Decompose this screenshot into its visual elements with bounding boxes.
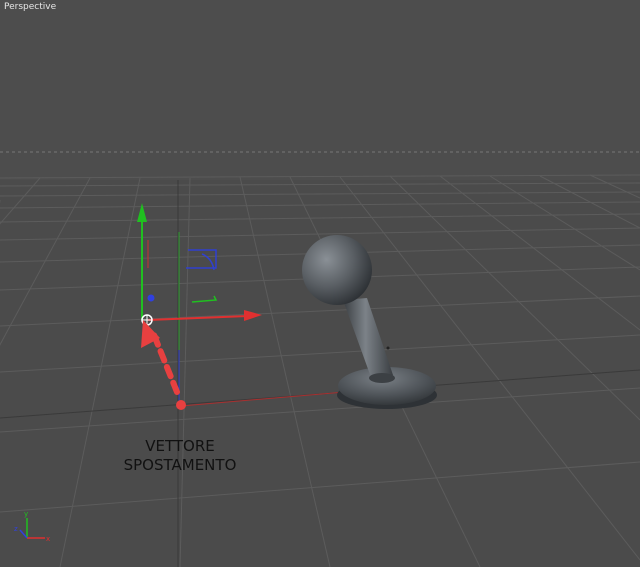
gizmo-y-arrow-icon[interactable] — [137, 203, 147, 222]
viewport-scene[interactable]: y x z — [0, 0, 640, 567]
joystick-knob[interactable] — [302, 235, 372, 305]
joystick-object[interactable] — [302, 235, 437, 409]
orientation-gizmo: y x z — [14, 510, 50, 543]
floor-grid — [0, 174, 640, 567]
object-axis-dot — [386, 346, 390, 350]
annotation-line-1: VETTORE — [145, 437, 215, 455]
origin-point — [176, 400, 186, 410]
gizmo-x-arrow-icon[interactable] — [244, 310, 262, 321]
sky-region — [0, 0, 640, 180]
gizmo-z-handle[interactable] — [147, 294, 155, 302]
orientation-z-label: z — [14, 525, 18, 533]
3d-viewport[interactable]: y x z Perspective VETTORE SPOSTAMENTO — [0, 0, 640, 567]
orientation-z-axis — [19, 529, 28, 539]
annotation-line-2: SPOSTAMENTO — [123, 456, 237, 474]
viewport-title[interactable]: Perspective — [4, 2, 56, 12]
world-x-axis-red — [180, 391, 346, 407]
orientation-y-label: y — [24, 510, 28, 518]
move-gizmo[interactable] — [137, 203, 262, 326]
gizmo-plane-handle-yz[interactable] — [191, 295, 218, 303]
gizmo-plane-handle-xz[interactable] — [186, 249, 217, 269]
orientation-x-label: x — [46, 535, 50, 543]
displacement-vector-label: VETTORE SPOSTAMENTO — [100, 437, 260, 475]
